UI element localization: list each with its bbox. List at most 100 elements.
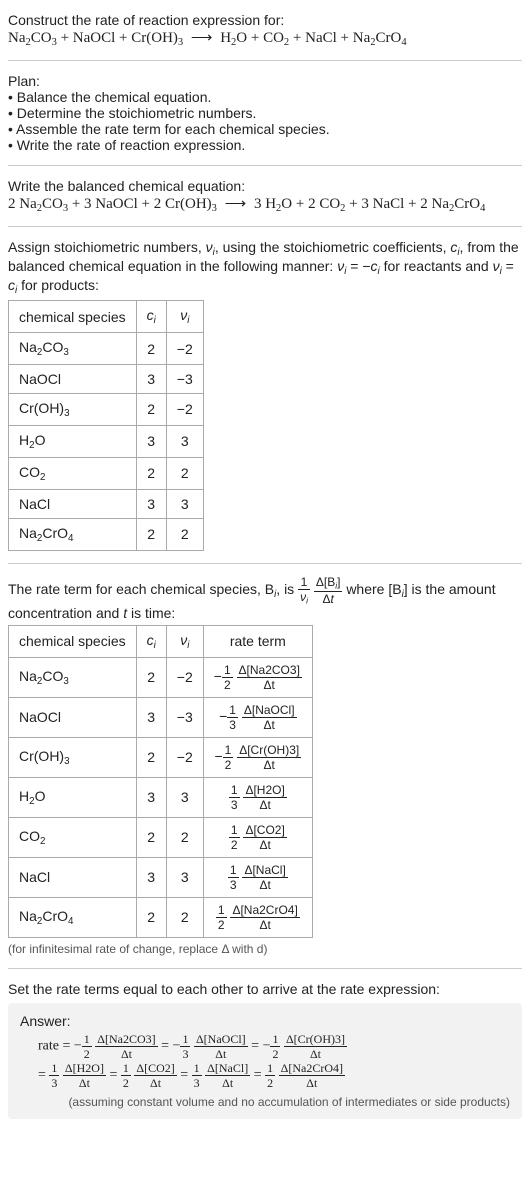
col-species: chemical species	[9, 301, 137, 333]
species-cell: CO2	[9, 457, 137, 489]
nui-cell: −2	[166, 333, 203, 365]
answer-label: Answer:	[20, 1013, 510, 1029]
plan-item: • Determine the stoichiometric numbers.	[8, 105, 522, 121]
ci-cell: 3	[136, 777, 166, 817]
table-row: H2O33	[9, 425, 204, 457]
species-cell: H2O	[9, 777, 137, 817]
plan-section: Plan: • Balance the chemical equation. •…	[8, 65, 522, 161]
nui-cell: 3	[166, 425, 203, 457]
col-nui: νi	[166, 625, 203, 657]
species-cell: Cr(OH)3	[9, 737, 137, 777]
ci-cell: 3	[136, 857, 166, 897]
rate-term-cell: −13 Δ[NaOCl]Δt	[203, 697, 312, 737]
answer-section: Set the rate terms equal to each other t…	[8, 973, 522, 1127]
answer-box: Answer: rate = −12 Δ[Na2CO3]Δt = −13 Δ[N…	[8, 1003, 522, 1119]
nui-cell: −2	[166, 393, 203, 425]
table-row: Na2CO32−2−12 Δ[Na2CO3]Δt	[9, 657, 313, 697]
rate-term-cell: −12 Δ[Cr(OH)3]Δt	[203, 737, 312, 777]
unbalanced-equation: Na2CO3 + NaOCl + Cr(OH)3 ⟶ H2O + CO2 + N…	[8, 28, 522, 48]
balanced-title: Write the balanced chemical equation:	[8, 178, 522, 194]
ci-cell: 2	[136, 657, 166, 697]
rate-expression: rate = −12 Δ[Na2CO3]Δt = −13 Δ[NaOCl]Δt …	[20, 1033, 510, 1089]
table-row: H2O3313 Δ[H2O]Δt	[9, 777, 313, 817]
plan-item: • Assemble the rate term for each chemic…	[8, 121, 522, 137]
table-row: Na2CrO422	[9, 518, 204, 550]
balanced-section: Write the balanced chemical equation: 2 …	[8, 170, 522, 222]
stoich-section: Assign stoichiometric numbers, νi, using…	[8, 231, 522, 558]
nui-cell: −2	[166, 737, 203, 777]
table-row: Cr(OH)32−2	[9, 393, 204, 425]
divider	[8, 226, 522, 227]
col-rate-term: rate term	[203, 625, 312, 657]
answer-note: (assuming constant volume and no accumul…	[20, 1095, 510, 1109]
table-row: NaOCl3−3	[9, 364, 204, 393]
divider	[8, 165, 522, 166]
nui-cell: −3	[166, 697, 203, 737]
table-row: NaCl3313 Δ[NaCl]Δt	[9, 857, 313, 897]
plan-item: • Write the rate of reaction expression.	[8, 137, 522, 153]
table-row: CO222	[9, 457, 204, 489]
col-nui: νi	[166, 301, 203, 333]
rate-term-cell: 13 Δ[H2O]Δt	[203, 777, 312, 817]
table-row: CO22212 Δ[CO2]Δt	[9, 817, 313, 857]
problem-statement: Construct the rate of reaction expressio…	[8, 4, 522, 56]
ci-cell: 2	[136, 393, 166, 425]
species-cell: Na2CO3	[9, 657, 137, 697]
stoich-table: chemical species ci νi Na2CO32−2NaOCl3−3…	[8, 300, 204, 551]
frac-dBi-dt: Δ[Bi] Δt	[314, 576, 343, 605]
rate-term-cell: 12 Δ[Na2CrO4]Δt	[203, 897, 312, 937]
species-cell: Na2CrO4	[9, 518, 137, 550]
rate-term-cell: −12 Δ[Na2CO3]Δt	[203, 657, 312, 697]
table-row: Na2CO32−2	[9, 333, 204, 365]
frac-1-over-nu: 1 νi	[298, 576, 310, 605]
rate-term-section: The rate term for each chemical species,…	[8, 568, 522, 964]
species-cell: Na2CrO4	[9, 897, 137, 937]
col-ci: ci	[136, 625, 166, 657]
species-cell: NaOCl	[9, 697, 137, 737]
ci-cell: 2	[136, 897, 166, 937]
species-cell: NaOCl	[9, 364, 137, 393]
rate-term-intro: The rate term for each chemical species,…	[8, 576, 522, 621]
nui-cell: 3	[166, 777, 203, 817]
infinitesimal-note: (for infinitesimal rate of change, repla…	[8, 942, 522, 956]
table-row: Na2CrO42212 Δ[Na2CrO4]Δt	[9, 897, 313, 937]
ci-cell: 2	[136, 737, 166, 777]
nui-cell: −3	[166, 364, 203, 393]
species-cell: NaCl	[9, 489, 137, 518]
species-cell: NaCl	[9, 857, 137, 897]
ci-cell: 3	[136, 697, 166, 737]
ci-cell: 2	[136, 333, 166, 365]
ci-cell: 2	[136, 817, 166, 857]
rate-term-cell: 13 Δ[NaCl]Δt	[203, 857, 312, 897]
species-cell: H2O	[9, 425, 137, 457]
ci-cell: 3	[136, 425, 166, 457]
table-row: NaCl33	[9, 489, 204, 518]
divider	[8, 563, 522, 564]
ci-cell: 3	[136, 489, 166, 518]
prompt-text: Construct the rate of reaction expressio…	[8, 12, 522, 28]
plan-item: • Balance the chemical equation.	[8, 89, 522, 105]
nui-cell: 3	[166, 489, 203, 518]
table-row: NaOCl3−3−13 Δ[NaOCl]Δt	[9, 697, 313, 737]
ci-cell: 2	[136, 457, 166, 489]
set-equal-text: Set the rate terms equal to each other t…	[8, 981, 522, 997]
species-cell: CO2	[9, 817, 137, 857]
rate-term-table: chemical species ci νi rate term Na2CO32…	[8, 625, 313, 938]
nui-cell: 2	[166, 457, 203, 489]
col-species: chemical species	[9, 625, 137, 657]
col-ci: ci	[136, 301, 166, 333]
divider	[8, 968, 522, 969]
balanced-equation: 2 Na2CO3 + 3 NaOCl + 2 Cr(OH)3 ⟶ 3 H2O +…	[8, 194, 522, 214]
species-cell: Cr(OH)3	[9, 393, 137, 425]
rate-term-cell: 12 Δ[CO2]Δt	[203, 817, 312, 857]
plan-title: Plan:	[8, 73, 522, 89]
divider	[8, 60, 522, 61]
species-cell: Na2CO3	[9, 333, 137, 365]
nui-cell: −2	[166, 657, 203, 697]
table-row: Cr(OH)32−2−12 Δ[Cr(OH)3]Δt	[9, 737, 313, 777]
ci-cell: 2	[136, 518, 166, 550]
nui-cell: 3	[166, 857, 203, 897]
ci-cell: 3	[136, 364, 166, 393]
nui-cell: 2	[166, 518, 203, 550]
nui-cell: 2	[166, 817, 203, 857]
